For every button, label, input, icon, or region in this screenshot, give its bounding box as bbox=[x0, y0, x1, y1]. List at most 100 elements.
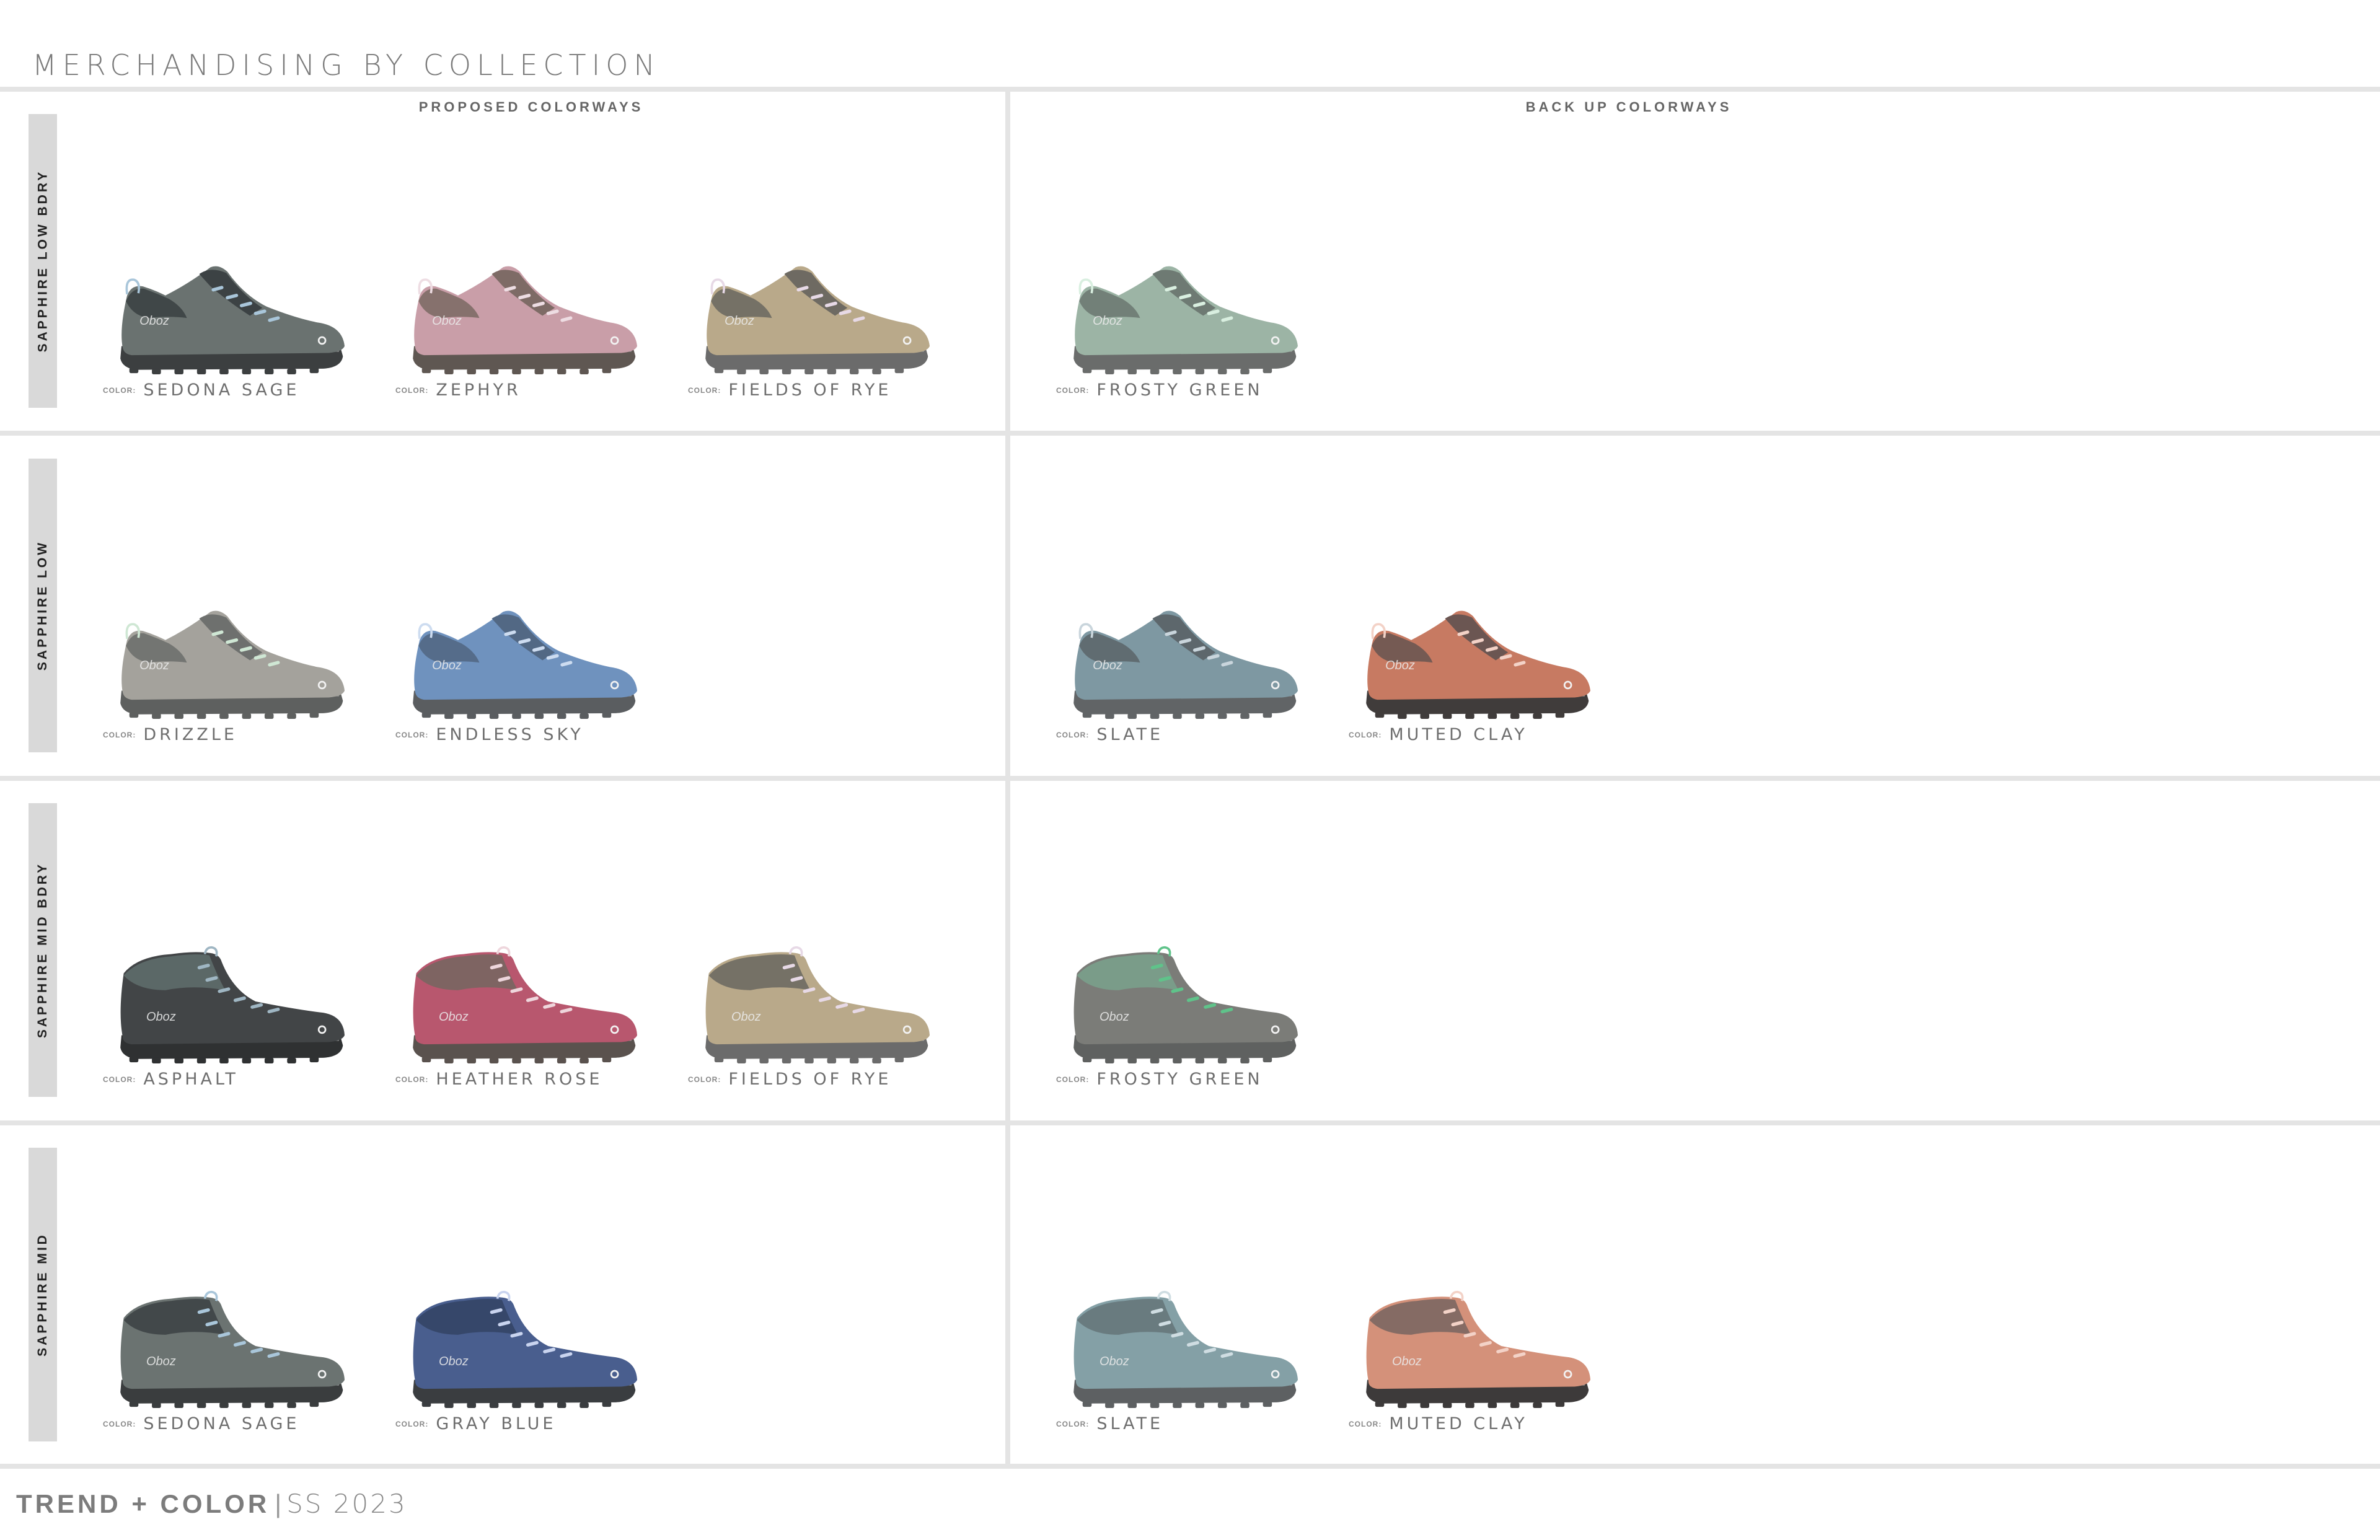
color-prefix: COLOR: bbox=[395, 1075, 429, 1084]
svg-text:Oboz: Oboz bbox=[432, 314, 462, 328]
footer-divider bbox=[0, 1464, 2380, 1469]
colorway-name: FROSTY GREEN bbox=[1096, 381, 1263, 400]
colorway-label: COLOR: FIELDS OF RYE bbox=[688, 1070, 891, 1089]
row-label-tab: SAPPHIRE LOW bbox=[29, 459, 57, 752]
shoe-card: Oboz COLOR: ASPHALT bbox=[103, 939, 363, 1101]
svg-text:Oboz: Oboz bbox=[146, 1355, 176, 1368]
colorway-name: HEATHER ROSE bbox=[436, 1070, 603, 1089]
svg-text:Oboz: Oboz bbox=[139, 659, 169, 672]
collection-row: SAPPHIRE LOW BDRY Oboz COLOR: SEDONA SAGE… bbox=[0, 92, 2380, 430]
collection-row: SAPPHIRE LOW Oboz COLOR: DRIZZLE Oboz COL… bbox=[0, 436, 2380, 775]
svg-text:Oboz: Oboz bbox=[439, 1355, 469, 1368]
color-prefix: COLOR: bbox=[688, 385, 721, 395]
row-label-tab: SAPPHIRE MID bbox=[29, 1148, 57, 1441]
colorway-name: DRIZZLE bbox=[143, 725, 237, 744]
colorway-label: COLOR: ENDLESS SKY bbox=[395, 725, 584, 744]
color-prefix: COLOR: bbox=[395, 1419, 429, 1428]
shoe-illustration: Oboz bbox=[1366, 1290, 1590, 1408]
colorway-name: MUTED CLAY bbox=[1389, 725, 1528, 744]
colorway-label: COLOR: SEDONA SAGE bbox=[103, 381, 299, 400]
color-prefix: COLOR: bbox=[1349, 730, 1382, 739]
colorway-label: COLOR: SEDONA SAGE bbox=[103, 1414, 299, 1433]
svg-text:Oboz: Oboz bbox=[139, 314, 169, 328]
color-prefix: COLOR: bbox=[1349, 1419, 1382, 1428]
shoe-illustration: Oboz bbox=[1366, 610, 1590, 719]
colorway-name: FIELDS OF RYE bbox=[728, 1070, 892, 1089]
collection-name: SAPPHIRE LOW bbox=[35, 540, 50, 671]
color-prefix: COLOR: bbox=[1056, 385, 1090, 395]
svg-text:Oboz: Oboz bbox=[1385, 659, 1415, 672]
shoe-illustration: Oboz bbox=[120, 610, 345, 719]
color-prefix: COLOR: bbox=[395, 730, 429, 739]
colorway-label: COLOR: FIELDS OF RYE bbox=[688, 381, 891, 400]
shoe-card: Oboz COLOR: ZEPHYR bbox=[395, 250, 656, 411]
colorway-name: SEDONA SAGE bbox=[143, 381, 300, 400]
colorway-label: COLOR: DRIZZLE bbox=[103, 725, 237, 744]
color-prefix: COLOR: bbox=[1056, 1075, 1090, 1084]
colorway-name: SLATE bbox=[1096, 1414, 1164, 1433]
svg-text:Oboz: Oboz bbox=[1093, 659, 1122, 672]
colorway-label: COLOR: MUTED CLAY bbox=[1349, 1414, 1528, 1433]
row-label-tab: SAPPHIRE LOW BDRY bbox=[29, 114, 57, 408]
colorway-name: GRAY BLUE bbox=[436, 1414, 557, 1433]
shoe-card: Oboz COLOR: SEDONA SAGE bbox=[103, 250, 363, 411]
colorway-name: SLATE bbox=[1096, 725, 1164, 744]
color-prefix: COLOR: bbox=[103, 1419, 136, 1428]
shoe-card: Oboz COLOR: FIELDS OF RYE bbox=[688, 250, 948, 411]
footer-season: SS 2023 bbox=[286, 1489, 407, 1519]
collection-name: SAPPHIRE LOW BDRY bbox=[35, 169, 50, 353]
row-label-tab: SAPPHIRE MID BDRY bbox=[29, 803, 57, 1097]
collection-row: SAPPHIRE MID BDRY Oboz COLOR: ASPHALT Obo… bbox=[0, 781, 2380, 1119]
shoe-illustration: Oboz bbox=[1073, 1290, 1298, 1408]
collection-row: SAPPHIRE MID Oboz COLOR: SEDONA SAGE Oboz… bbox=[0, 1125, 2380, 1464]
colorway-label: COLOR: ZEPHYR bbox=[395, 381, 521, 400]
shoe-card: Oboz COLOR: SEDONA SAGE bbox=[103, 1284, 363, 1445]
colorway-label: COLOR: GRAY BLUE bbox=[395, 1414, 556, 1433]
shoe-card: Oboz COLOR: FIELDS OF RYE bbox=[688, 939, 948, 1101]
row-divider bbox=[0, 431, 2380, 436]
shoe-card: Oboz COLOR: GRAY BLUE bbox=[395, 1284, 656, 1445]
colorway-name: MUTED CLAY bbox=[1389, 1414, 1528, 1433]
shoe-illustration: Oboz bbox=[705, 946, 930, 1063]
colorway-label: COLOR: HEATHER ROSE bbox=[395, 1070, 602, 1089]
shoe-illustration: Oboz bbox=[1073, 610, 1298, 719]
shoe-illustration: Oboz bbox=[705, 266, 930, 374]
shoe-card: Oboz COLOR: SLATE bbox=[1056, 595, 1316, 756]
colorway-name: FIELDS OF RYE bbox=[728, 381, 892, 400]
svg-text:Oboz: Oboz bbox=[1100, 1010, 1129, 1024]
shoe-card: Oboz COLOR: SLATE bbox=[1056, 1284, 1316, 1445]
shoe-illustration: Oboz bbox=[413, 610, 637, 719]
svg-text:Oboz: Oboz bbox=[146, 1010, 176, 1024]
color-prefix: COLOR: bbox=[1056, 1419, 1090, 1428]
color-prefix: COLOR: bbox=[1056, 730, 1090, 739]
colorway-label: COLOR: ASPHALT bbox=[103, 1070, 239, 1089]
colorway-name: SEDONA SAGE bbox=[143, 1414, 300, 1433]
shoe-card: Oboz COLOR: FROSTY GREEN bbox=[1056, 250, 1316, 411]
page-title: MERCHANDISING BY COLLECTION bbox=[32, 48, 661, 82]
shoe-card: Oboz COLOR: MUTED CLAY bbox=[1349, 595, 1609, 756]
shoe-illustration: Oboz bbox=[120, 946, 345, 1063]
svg-text:Oboz: Oboz bbox=[1100, 1355, 1129, 1368]
color-prefix: COLOR: bbox=[688, 1075, 721, 1084]
row-divider bbox=[0, 1120, 2380, 1125]
shoe-card: Oboz COLOR: ENDLESS SKY bbox=[395, 595, 656, 756]
footer-separator: | bbox=[275, 1489, 282, 1518]
colorway-label: COLOR: FROSTY GREEN bbox=[1056, 1070, 1263, 1089]
color-prefix: COLOR: bbox=[103, 385, 136, 395]
svg-text:Oboz: Oboz bbox=[432, 659, 462, 672]
shoe-illustration: Oboz bbox=[120, 266, 345, 374]
svg-text:Oboz: Oboz bbox=[1392, 1355, 1422, 1368]
shoe-illustration: Oboz bbox=[413, 1290, 637, 1408]
row-divider bbox=[0, 776, 2380, 781]
svg-text:Oboz: Oboz bbox=[725, 314, 754, 328]
colorway-label: COLOR: FROSTY GREEN bbox=[1056, 381, 1263, 400]
shoe-illustration: Oboz bbox=[413, 946, 637, 1063]
shoe-illustration: Oboz bbox=[1073, 946, 1298, 1063]
colorway-label: COLOR: SLATE bbox=[1056, 1414, 1163, 1433]
footer: TREND + COLOR | SS 2023 bbox=[16, 1489, 407, 1519]
color-prefix: COLOR: bbox=[103, 1075, 136, 1084]
color-prefix: COLOR: bbox=[103, 730, 136, 739]
shoe-card: Oboz COLOR: FROSTY GREEN bbox=[1056, 939, 1316, 1101]
colorway-label: COLOR: MUTED CLAY bbox=[1349, 725, 1528, 744]
colorway-name: ENDLESS SKY bbox=[436, 725, 584, 744]
